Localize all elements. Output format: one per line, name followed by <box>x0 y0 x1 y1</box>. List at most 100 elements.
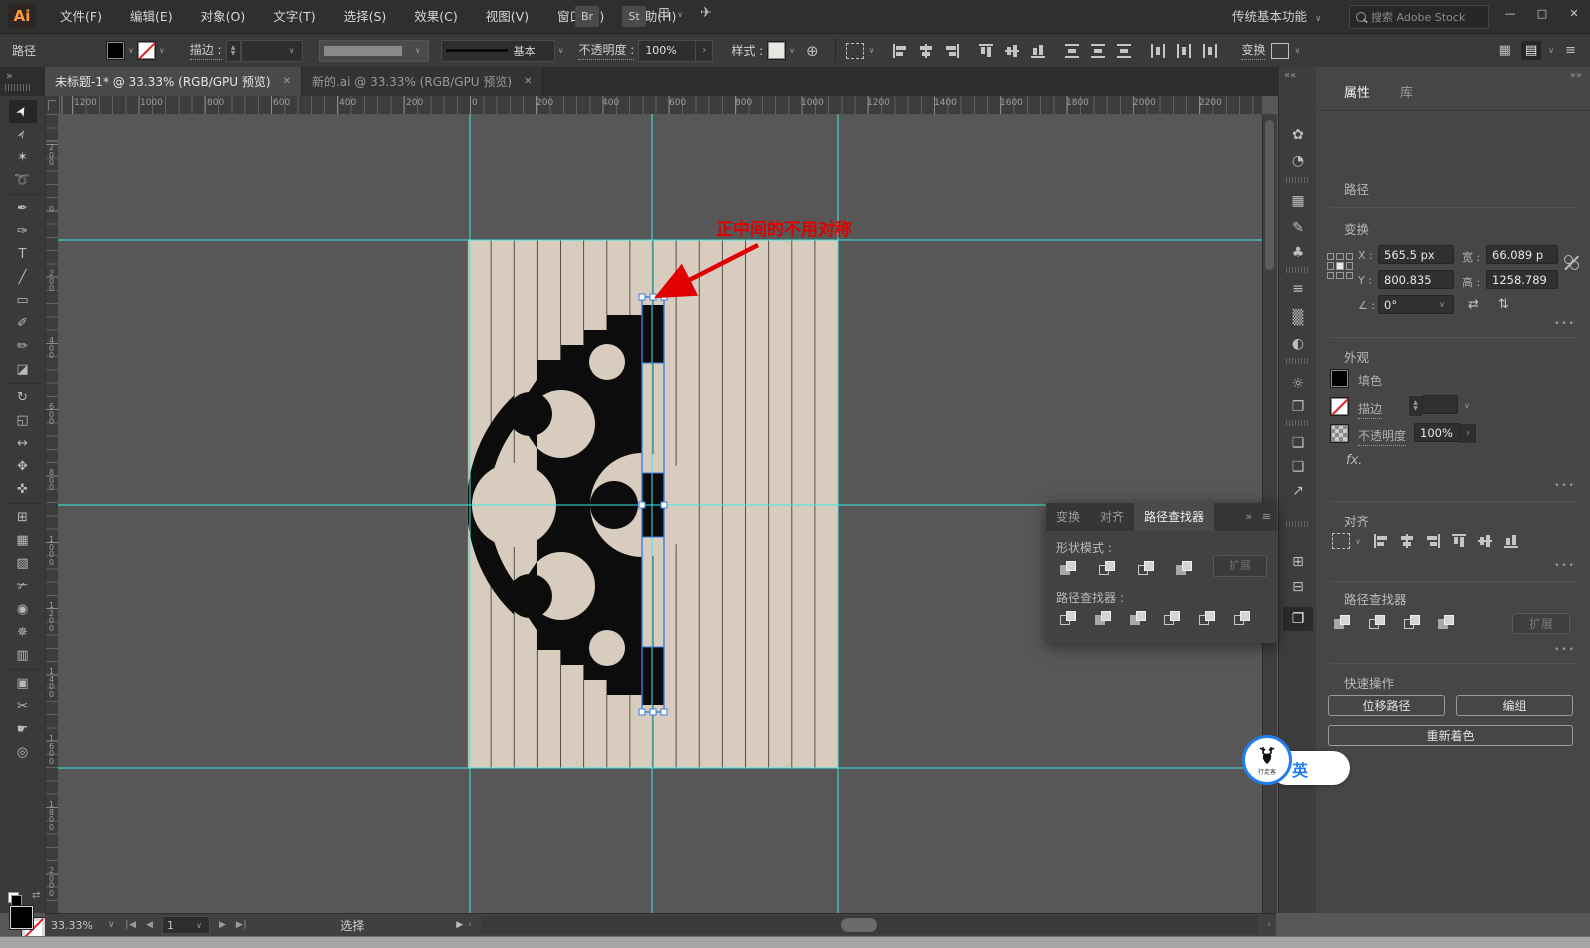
flip-horizontal-icon[interactable]: ⇄ <box>1468 297 1479 312</box>
align-horizontal-center-icon[interactable] <box>1398 533 1416 549</box>
menu-item[interactable]: 视图(V) <box>472 0 543 33</box>
dock-panel-icon[interactable] <box>1286 267 1310 273</box>
align-bottom-icon[interactable] <box>1503 532 1519 550</box>
dock-panel-icon[interactable]: ▦ <box>1283 189 1313 213</box>
bridge-button[interactable]: Br <box>575 6 599 27</box>
dock-panel-icon[interactable]: ✎ <box>1283 216 1313 240</box>
transform-icon[interactable] <box>1271 42 1290 59</box>
scroll-left-arrow[interactable]: ‹ <box>463 920 477 930</box>
ime-indicator[interactable]: 英 行走客 <box>1240 733 1350 793</box>
appearance-stroke-swatch[interactable] <box>1330 397 1349 416</box>
constrain-proportions-icon[interactable] <box>1564 255 1580 271</box>
more-options-icon[interactable]: ••• <box>1554 481 1576 491</box>
unite-icon[interactable] <box>1060 561 1077 576</box>
tool-button[interactable]: ◎ <box>9 741 37 764</box>
distribute-right-icon[interactable] <box>1202 42 1218 60</box>
tool-button[interactable]: ✂ <box>9 695 37 718</box>
tool-button[interactable]: ✵ <box>9 621 37 644</box>
collapse-dock-icon[interactable]: «« <box>1284 70 1296 81</box>
distribute-horizontal-center-icon[interactable] <box>1176 42 1192 60</box>
align-vertical-center-icon[interactable] <box>1477 532 1493 550</box>
close-button[interactable]: ✕ <box>1558 0 1590 28</box>
tool-button[interactable]: ╱ <box>9 266 37 289</box>
tool-button[interactable]: ▦ <box>9 529 37 552</box>
tool-button[interactable]: ✒ <box>4 194 41 220</box>
tool-button[interactable]: ✃ <box>9 575 37 598</box>
vertical-scrollbar-thumb[interactable] <box>1265 120 1274 270</box>
tool-button[interactable]: ◉ <box>9 598 37 621</box>
dock-panel-icon[interactable]: ❐ <box>1283 607 1313 631</box>
arrange-documents-icon[interactable]: ⊞ ∨ <box>658 5 686 21</box>
ruler-origin-box[interactable] <box>45 96 59 115</box>
unite-icon[interactable] <box>1334 615 1351 630</box>
tool-button[interactable]: ✏ <box>9 335 37 358</box>
tool-button[interactable]: ▥ <box>9 644 37 667</box>
fill-swatch[interactable] <box>9 905 34 930</box>
tab-close-icon[interactable]: ✕ <box>524 76 532 87</box>
merge-icon[interactable] <box>1129 611 1147 626</box>
tool-button[interactable]: ✐ <box>9 312 37 335</box>
dock-panel-icon[interactable] <box>1286 358 1310 364</box>
tool-button[interactable]: ✑ <box>9 220 37 243</box>
align-left-icon[interactable] <box>891 43 909 59</box>
dock-panel-icon[interactable]: ↗ <box>1283 479 1313 503</box>
crop-icon[interactable] <box>1164 611 1181 626</box>
dock-panel-icon[interactable] <box>1286 177 1310 183</box>
outline-icon[interactable] <box>1199 611 1216 626</box>
align-top-icon[interactable] <box>1451 532 1467 550</box>
dock-panel-icon[interactable]: ❑ <box>1283 455 1313 479</box>
more-options-icon[interactable]: ••• <box>1554 645 1576 655</box>
last-artboard-icon[interactable]: ▶∣ <box>231 920 252 930</box>
y-input[interactable]: 800.835 <box>1378 270 1454 289</box>
width-input[interactable]: 66.089 p <box>1486 245 1558 264</box>
dock-panel-icon[interactable]: ≡ <box>1283 277 1313 301</box>
stock-search-input[interactable]: 搜索 Adobe Stock <box>1349 5 1489 29</box>
horizontal-scrollbar[interactable] <box>480 916 1259 934</box>
distribute-left-icon[interactable] <box>1150 42 1166 60</box>
tool-button[interactable]: ↻ <box>4 383 41 409</box>
width-profile-dropdown[interactable]: ∨ <box>318 39 429 62</box>
default-fill-stroke-icon[interactable] <box>8 892 22 906</box>
stroke-weight-stepper[interactable]: ▲ ▼ <box>225 39 241 62</box>
align-left-icon[interactable] <box>1372 533 1390 549</box>
divide-icon[interactable] <box>1060 611 1077 626</box>
stroke-weight-value[interactable] <box>1422 395 1458 414</box>
intersect-icon[interactable] <box>1137 561 1155 576</box>
chevron-down-icon[interactable]: ∨ <box>1464 401 1470 410</box>
vertical-ruler[interactable]: 200 0 200 400 600 800 1000 1200 1400 1600 1800 2000 <box>45 114 59 913</box>
flip-vertical-icon[interactable]: ⇅ <box>1498 297 1509 312</box>
dock-panel-icon[interactable]: ⊟ <box>1283 575 1313 599</box>
dock-panel-icon[interactable]: ◐ <box>1283 332 1313 356</box>
align-to-selection-icon[interactable] <box>1332 533 1350 549</box>
panel-tab[interactable]: 变换 <box>1046 503 1090 531</box>
horizontal-ruler[interactable]: 1200 1000 800 600 400 200 0 200 400 600 800 1000 120… <box>58 96 1262 115</box>
tool-button[interactable]: ↔ <box>9 432 37 455</box>
stroke-weight-label[interactable]: 描边 : <box>189 41 222 60</box>
swap-fill-stroke-icon[interactable]: ⇄ <box>32 890 40 901</box>
document-tab[interactable]: 新的.ai @ 33.33% (RGB/GPU 预览) ✕ <box>301 67 544 96</box>
tool-button[interactable]: ✶ <box>9 146 37 169</box>
tool-button[interactable]: ▭ <box>9 289 37 312</box>
align-bottom-icon[interactable] <box>1030 42 1046 60</box>
menu-item[interactable]: 效果(C) <box>400 0 471 33</box>
tool-button[interactable]: ◪ <box>9 358 37 381</box>
exclude-icon[interactable] <box>1176 561 1193 576</box>
tool-button[interactable]: ➤ <box>8 100 37 123</box>
dock-panel-icon[interactable]: ⊞ <box>1283 550 1313 574</box>
menu-item[interactable]: 文字(T) <box>259 0 329 33</box>
dock-panel-icon[interactable]: ▒ <box>1283 306 1313 330</box>
recolor-button[interactable]: 重新着色 <box>1328 725 1573 746</box>
workspace-grid-icon[interactable]: ▦ <box>1499 43 1511 58</box>
document-tab[interactable]: 未标题-1* @ 33.33% (RGB/GPU 预览) ✕ <box>45 67 302 96</box>
opacity-checker-icon[interactable] <box>1330 424 1349 443</box>
ime-language-label[interactable]: 英 <box>1292 757 1308 781</box>
chevron-down-icon[interactable]: ∨ <box>789 46 795 55</box>
align-to-selection-icon[interactable] <box>845 42 864 59</box>
tool-button[interactable]: ▣ <box>4 669 41 695</box>
panel-tab[interactable]: 对齐 <box>1090 503 1134 531</box>
brush-definition-dropdown[interactable]: 基本 <box>440 39 555 62</box>
panel-menu-icon[interactable]: ≡ <box>1262 510 1271 523</box>
artboard-number-dropdown[interactable]: 1 ∨ <box>161 916 210 934</box>
menu-item[interactable]: 文件(F) <box>46 0 116 33</box>
stroke-weight-stepper[interactable]: ▲ ▼ <box>1408 395 1423 417</box>
